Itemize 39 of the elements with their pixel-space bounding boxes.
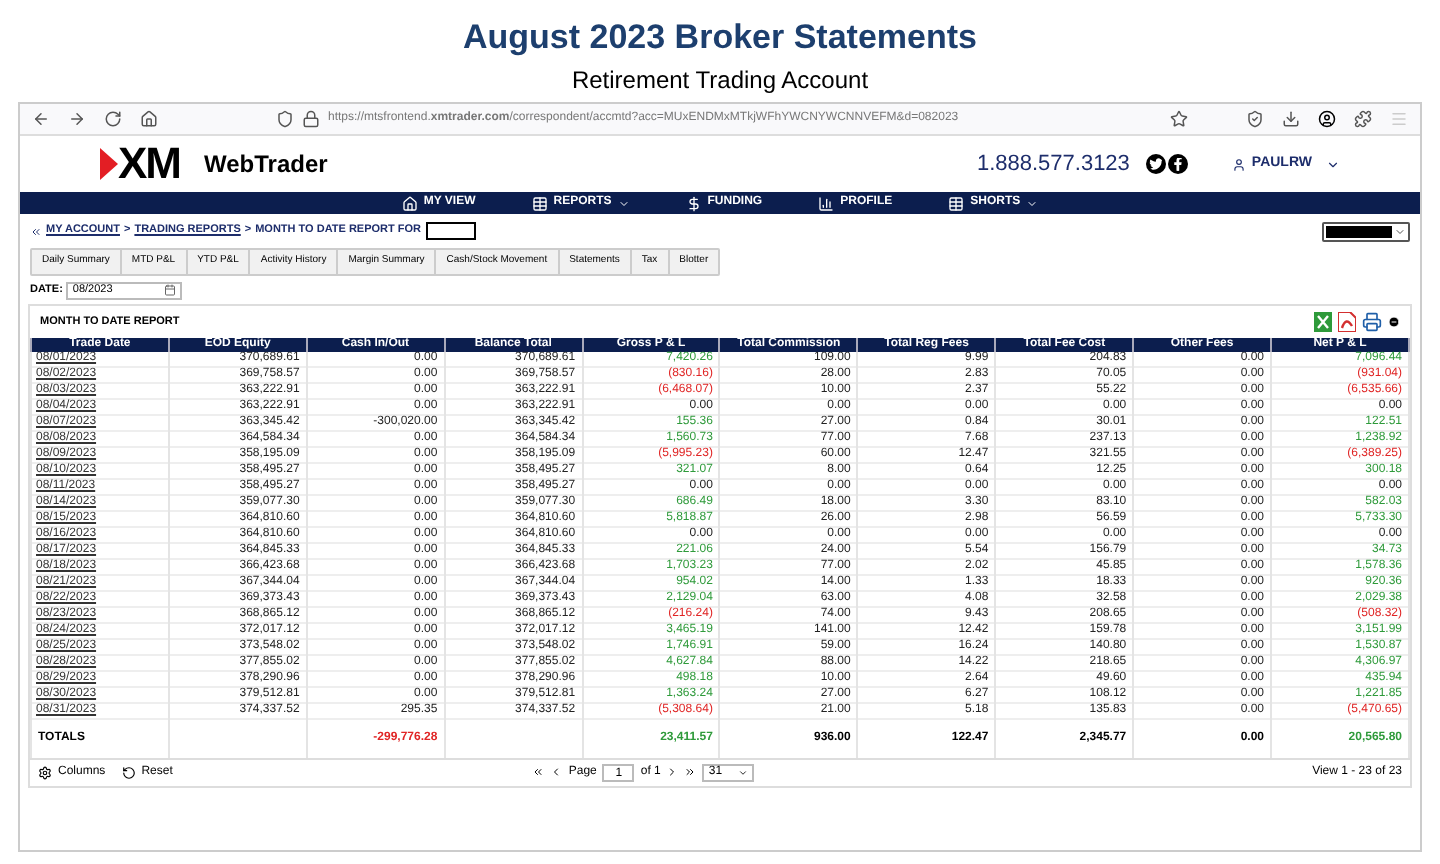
shield-icon[interactable] [1246, 110, 1264, 128]
chart-icon [818, 195, 835, 211]
back-icon[interactable] [30, 225, 42, 237]
home-icon[interactable] [140, 110, 158, 128]
caret-icon [738, 767, 749, 778]
next-page-icon[interactable] [666, 766, 679, 779]
first-page-icon[interactable] [532, 766, 545, 779]
caret-icon [617, 197, 630, 209]
caret-icon [1394, 225, 1406, 237]
account-select[interactable] [1322, 221, 1410, 241]
gear-icon [38, 765, 52, 780]
facebook-icon[interactable] [1167, 154, 1188, 174]
caret-icon [1326, 157, 1340, 171]
print-icon[interactable] [1362, 312, 1382, 332]
calendar-icon[interactable] [164, 284, 177, 296]
forward-icon[interactable] [68, 110, 86, 128]
page-title: August 2023 Broker Statements [463, 16, 977, 60]
page-subtitle: Retirement Trading Account [571, 66, 869, 96]
table-icon [531, 195, 548, 211]
back-icon[interactable] [32, 110, 50, 128]
redaction-box [425, 222, 475, 240]
table-icon [948, 195, 965, 211]
user-icon [1231, 157, 1246, 171]
phone-number: 1.888.577.3123 [976, 149, 1130, 180]
download-icon[interactable] [1282, 110, 1300, 128]
logo: XM [100, 142, 180, 186]
star-icon[interactable] [1170, 110, 1188, 128]
shield-icon [276, 110, 294, 128]
extension-icon[interactable] [1354, 110, 1372, 128]
account-icon[interactable] [1318, 110, 1336, 128]
app-name: WebTrader [204, 148, 328, 182]
home-icon [401, 195, 418, 211]
caret-icon [1026, 197, 1039, 209]
lock-icon [302, 110, 320, 128]
reload-icon[interactable] [104, 110, 122, 128]
twitter-icon[interactable] [1145, 154, 1166, 174]
previous-page-icon[interactable] [550, 766, 563, 779]
dollar-icon [685, 195, 702, 211]
reset-icon [121, 765, 136, 780]
